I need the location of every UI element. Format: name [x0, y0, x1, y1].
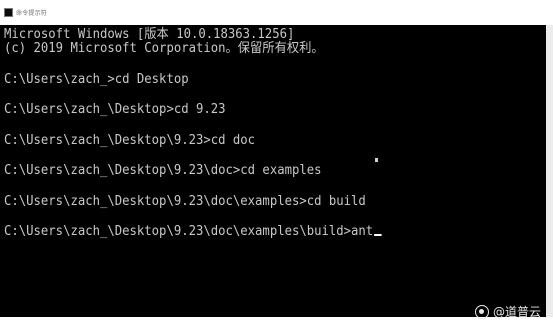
command-line-4: C:\Users\zach_\Desktop\9.23\doc>cd examp… [4, 163, 322, 178]
command-line-3: C:\Users\zach_\Desktop\9.23>cd doc [4, 133, 256, 148]
command-line-2: C:\Users\zach_\Desktop>cd 9.23 [4, 102, 226, 117]
window-edge [546, 25, 553, 317]
console-header-line-1: Microsoft Windows [版本 10.0.18363.1256] [4, 27, 295, 42]
text-cursor [374, 234, 382, 236]
watermark: @道普云 [474, 303, 541, 320]
window-title: 命令提示符 [16, 10, 48, 17]
console-area[interactable]: Microsoft Windows [版本 10.0.18363.1256] (… [0, 25, 546, 317]
watermark-text: @道普云 [492, 305, 541, 319]
title-bar[interactable]: 命令提示符 [0, 0, 553, 25]
active-command: C:\Users\zach_\Desktop\9.23\doc\examples… [4, 224, 374, 239]
brand-logo-icon [474, 304, 489, 319]
command-line-1: C:\Users\zach_>cd Desktop [4, 72, 189, 87]
console-header-line-2: (c) 2019 Microsoft Corporation。保留所有权利。 [4, 41, 324, 56]
command-line-6[interactable]: C:\Users\zach_\Desktop\9.23\doc\examples… [4, 224, 382, 239]
mouse-pointer-icon [375, 158, 378, 162]
window-bottom-edge [0, 317, 553, 330]
console-icon [4, 8, 13, 17]
command-line-5: C:\Users\zach_\Desktop\9.23\doc\examples… [4, 194, 366, 209]
